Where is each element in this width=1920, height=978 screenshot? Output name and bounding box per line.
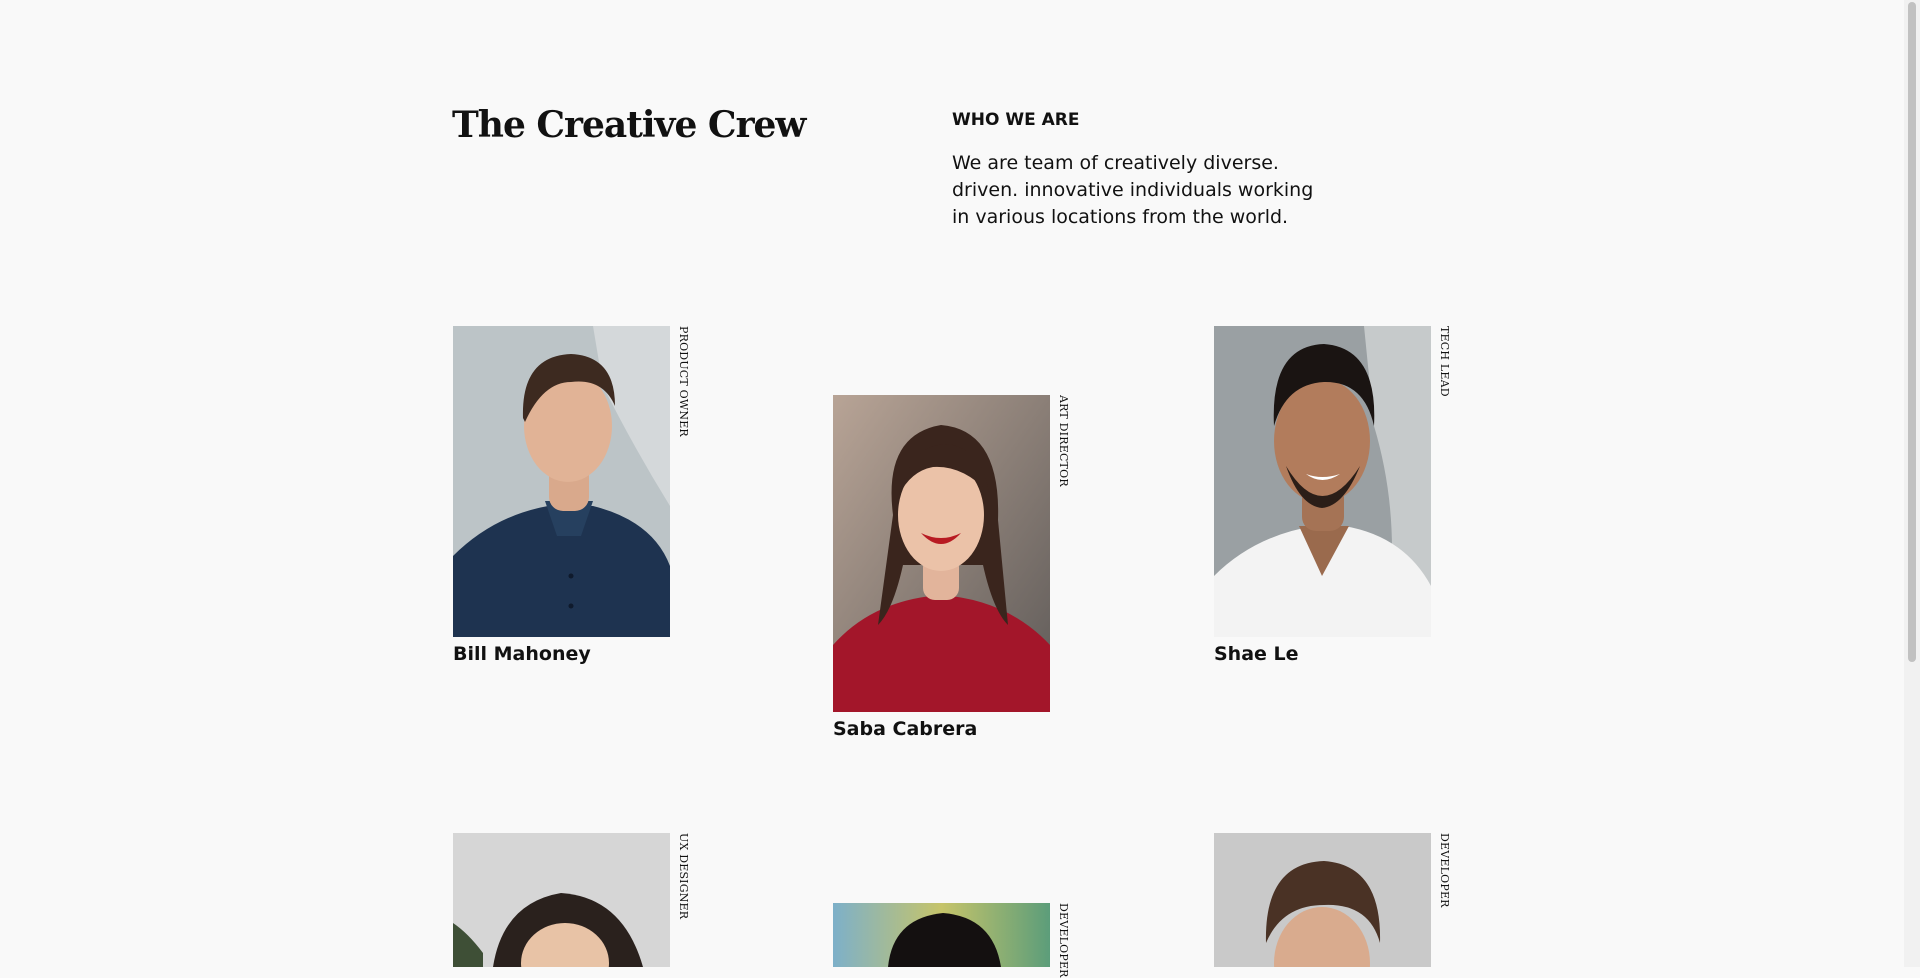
team-member-card: UX Designer <box>453 833 713 967</box>
member-photo <box>833 395 1050 712</box>
vertical-scrollbar[interactable] <box>1904 0 1920 967</box>
scrollbar-thumb[interactable] <box>1908 2 1916 662</box>
team-member-card: Art Director Saba Cabrera <box>833 395 1093 740</box>
member-name: Shae Le <box>1214 643 1299 665</box>
member-role: Tech Lead <box>1438 326 1451 397</box>
member-role: Product Owner <box>677 326 690 437</box>
who-we-are-heading: WHO WE ARE <box>952 110 1080 130</box>
member-role: Developer <box>1057 903 1070 978</box>
team-member-card: Tech Lead Shae Le <box>1214 326 1474 666</box>
team-member-card: Developer <box>1214 833 1474 967</box>
member-photo <box>1214 326 1431 637</box>
member-name: Bill Mahoney <box>453 643 591 665</box>
team-description: We are team of creatively diverse. drive… <box>952 152 1314 228</box>
member-name: Saba Cabrera <box>833 718 978 740</box>
member-photo <box>833 903 1050 967</box>
member-photo <box>1214 833 1431 967</box>
team-member-card: Developer <box>833 903 1093 978</box>
team-page: The Creative Crew WHO WE ARE We are team… <box>0 0 1904 978</box>
member-photo <box>453 326 670 637</box>
member-role: Art Director <box>1057 395 1070 487</box>
member-role: Developer <box>1438 833 1451 908</box>
member-photo <box>453 833 670 967</box>
member-role: UX Designer <box>677 833 690 920</box>
team-member-card: Product Owner Bill Mahoney <box>453 326 713 666</box>
page-title: The Creative Crew <box>452 104 806 146</box>
